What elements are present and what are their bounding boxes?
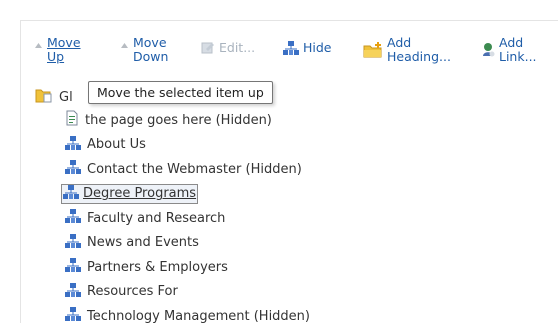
tree-item-label: Faculty and Research bbox=[87, 210, 226, 226]
navigation-tree: the page goes here (Hidden) About Us Con… bbox=[61, 108, 310, 329]
move-up-label-1: Move bbox=[47, 35, 81, 50]
edit-label: Edit... bbox=[219, 40, 256, 55]
tree-item[interactable]: the page goes here (Hidden) bbox=[65, 108, 310, 133]
tree-item-label: Resources For bbox=[87, 284, 178, 300]
add-link-label-2: Link... bbox=[499, 49, 537, 64]
tree-item[interactable]: Technology Management (Hidden) bbox=[65, 304, 310, 329]
tree-item-label: Contact the Webmaster (Hidden) bbox=[87, 161, 302, 177]
sitemap-icon bbox=[65, 209, 81, 227]
tree-item-label: the page goes here (Hidden) bbox=[85, 112, 272, 128]
arrow-down-icon bbox=[120, 40, 129, 55]
move-up-button[interactable]: Move Up bbox=[34, 36, 81, 64]
tree-item[interactable]: Contact the Webmaster (Hidden) bbox=[65, 157, 310, 182]
page-icon bbox=[65, 110, 79, 130]
tree-item[interactable]: Partners & Employers bbox=[65, 255, 310, 280]
arrow-up-icon bbox=[34, 40, 43, 55]
link-add-icon bbox=[481, 42, 495, 62]
folder-page-icon bbox=[35, 87, 53, 107]
tree-root-label: Gl bbox=[59, 89, 73, 105]
tree-item-label: About Us bbox=[87, 137, 146, 153]
edit-icon bbox=[201, 41, 215, 58]
add-link-label-1: Add bbox=[499, 35, 524, 50]
move-up-tooltip: Move the selected item up bbox=[88, 81, 273, 104]
sitemap-icon bbox=[65, 160, 81, 178]
tree-item-label: Degree Programs bbox=[83, 186, 197, 202]
tree-item[interactable]: Faculty and Research bbox=[65, 206, 310, 231]
tree-root[interactable]: Gl bbox=[35, 87, 73, 107]
move-down-button[interactable]: Move Down bbox=[120, 36, 168, 64]
sitemap-hide-icon bbox=[283, 41, 299, 59]
hide-label: Hide bbox=[303, 40, 332, 55]
add-heading-label-2: Heading... bbox=[387, 49, 451, 64]
sitemap-icon bbox=[65, 258, 81, 276]
add-link-button[interactable]: Add Link... bbox=[481, 36, 537, 64]
tree-item[interactable]: News and Events bbox=[65, 231, 310, 256]
move-up-label-2: Up bbox=[47, 49, 65, 64]
tree-item-label: News and Events bbox=[87, 235, 199, 251]
sitemap-icon bbox=[65, 282, 81, 301]
add-heading-label-1: Add bbox=[387, 35, 412, 50]
sitemap-icon bbox=[65, 233, 81, 252]
hide-button[interactable]: Hide bbox=[283, 41, 332, 59]
tree-item[interactable]: About Us bbox=[65, 133, 310, 158]
edit-button[interactable]: Edit... bbox=[201, 41, 255, 58]
toolbar: Move Up Move Down Edit... Hide Add Headi… bbox=[21, 21, 558, 79]
sitemap-icon bbox=[63, 184, 79, 203]
sitemap-icon bbox=[65, 307, 81, 325]
move-down-label-2: Down bbox=[133, 49, 169, 64]
folder-add-icon bbox=[363, 42, 383, 62]
sitemap-icon bbox=[65, 135, 81, 154]
tree-item-selected[interactable]: Degree Programs bbox=[61, 182, 310, 207]
tree-item-label: Partners & Employers bbox=[87, 259, 228, 275]
tree-item[interactable]: Resources For bbox=[65, 280, 310, 305]
move-down-label-1: Move bbox=[133, 35, 167, 50]
selection-box: Degree Programs bbox=[61, 183, 199, 204]
add-heading-button[interactable]: Add Heading... bbox=[363, 36, 451, 64]
navigation-editor-panel: Move Up Move Down Edit... Hide Add Headi… bbox=[20, 20, 558, 324]
